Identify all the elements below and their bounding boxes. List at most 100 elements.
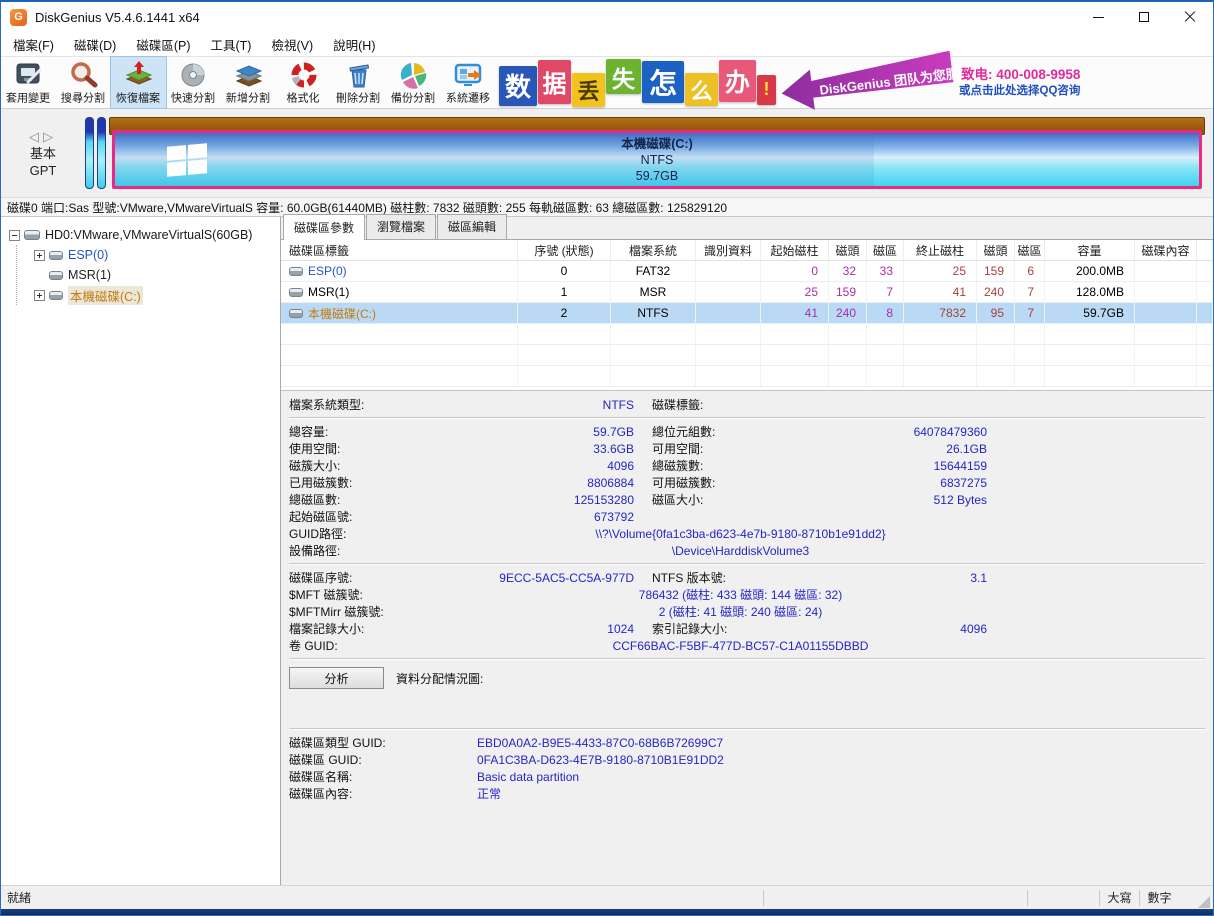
menu-view[interactable]: 檢視(V) [261,32,323,57]
table-row-selected[interactable]: 本機磁碟(C:) 2 NTFS 41 240 8 7832 95 7 59.7G… [281,303,1213,324]
disk-mode-gpt: GPT [1,162,85,179]
expand-icon[interactable] [34,290,45,301]
separator [289,728,1205,730]
windows-logo-icon [167,143,207,176]
ad-tiles: 数 据 丢 失 怎 么 办 ! [499,57,777,108]
disk-tree-panel: HD0:VMware,VMwareVirtualS(60GB) ESP(0) M… [1,217,281,885]
ad-banner[interactable]: 数 据 丢 失 怎 么 办 ! DiskGenius 团队为您服务 致电: 40… [499,57,1004,108]
ad-tile: 么 [685,73,718,106]
detail-row: 已用磁簇數:8806884可用磁簇數:6837275 [289,474,1205,491]
apply-changes-button[interactable]: 套用變更 [1,57,56,108]
disk-info-line: 磁碟0 端口:Sas 型號:VMware,VMwareVirtualS 容量: … [1,197,1213,217]
toolbar: 套用變更 搜尋分割 恢復檔案 快速分割 [1,56,1213,109]
partition-icon [49,271,63,280]
msr-partition-capsule[interactable] [97,117,106,189]
tree-item-hd0[interactable]: HD0:VMware,VMwareVirtualS(60GB) [1,225,280,245]
tree-root-label: HD0:VMware,VMwareVirtualS(60GB) [45,228,252,242]
disk-mode-basic: 基本 [1,145,85,162]
prev-disk-arrow-icon[interactable]: ◁ [29,129,43,144]
window-title: DiskGenius V5.4.6.1441 x64 [35,10,200,25]
backup-partition-button[interactable]: 備份分割 [386,57,441,108]
new-partition-button[interactable]: 新增分割 [221,57,276,108]
menu-file[interactable]: 檔案(F) [3,32,64,57]
partition-icon [49,251,63,260]
partition-icon [289,267,303,276]
maximize-button[interactable] [1121,2,1167,32]
detail-row: $MFT 磁簇號:786432 (磁柱: 433 磁頭: 144 磁區: 32) [289,586,1205,603]
ad-tile: 怎 [642,61,684,103]
table-row[interactable]: ESP(0) 0 FAT32 0 32 33 25 159 6 200.0MB [281,261,1213,282]
detail-row: 磁碟區序號:9ECC-5AC5-CC5A-977DNTFS 版本號:3.1 [289,569,1205,586]
tree-item-msr[interactable]: MSR(1) [17,265,280,285]
recover-files-icon [124,61,154,89]
search-icon [69,61,99,89]
tree-item-local-disk-c[interactable]: 本機磁碟(C:) [17,285,280,305]
table-empty-row [281,345,1213,366]
trash-icon [344,61,374,89]
tab-partition-parameters[interactable]: 磁碟區參數 [283,214,365,240]
num-lock-indicator: 數字 [1139,890,1179,906]
menu-tools[interactable]: 工具(T) [201,32,262,57]
partition-icon [49,291,63,300]
format-ring-icon [289,61,319,89]
ad-tile: ! [757,75,776,105]
ad-tile: 办 [719,60,756,102]
close-button[interactable] [1167,2,1213,32]
pie-icon [399,61,429,89]
ad-contact[interactable]: 致电: 400-008-9958 或点击此处选择QQ咨询 [959,67,1080,98]
next-disk-arrow-icon[interactable]: ▷ [43,129,57,144]
detail-row: 總容量:59.7GB總位元組數:64078479360 [289,423,1205,440]
recover-files-button[interactable]: 恢復檔案 [111,57,166,108]
ad-tile: 失 [606,59,641,94]
detail-row: 磁碟區 GUID:0FA1C3BA-D623-4E7B-9180-8710B1E… [289,751,1205,768]
hdd-icon [24,230,40,240]
menu-help[interactable]: 說明(H) [323,32,385,57]
disk-band: 本機磁碟(C:) NTFS 59.7GB [109,117,1205,189]
search-partition-button[interactable]: 搜尋分割 [56,57,111,108]
maximize-icon [1139,12,1149,22]
expand-icon[interactable] [34,250,45,261]
detail-row: 設備路徑:\Device\HarddiskVolume3 [289,542,1205,559]
detail-row: 使用空間:33.6GB可用空間:26.1GB [289,440,1205,457]
analyze-button[interactable]: 分析 [289,667,384,689]
disk-overview-panel: ◁▷ 基本 GPT 本機磁碟(C:) NTFS 59.7GB [1,109,1213,197]
quick-partition-button[interactable]: 快速分割 [166,57,221,108]
allocation-map-caption: 資料分配情況圖: [396,670,483,687]
detail-row: 磁碟區內容:正常 [289,785,1205,802]
partition-icon [289,309,303,318]
disc-icon [179,61,209,89]
partition-c-block[interactable]: 本機磁碟(C:) NTFS 59.7GB [112,130,1202,189]
layers-icon [234,61,264,89]
format-button[interactable]: 格式化 [276,57,331,108]
table-empty-row [281,366,1213,387]
detail-row: 卷 GUID:CCF66BAC-F5BF-477D-BC57-C1A01155D… [289,637,1205,654]
title-bar: G DiskGenius V5.4.6.1441 x64 [1,2,1213,32]
partition-icon [289,288,303,297]
collapse-icon[interactable] [9,230,20,241]
app-logo-icon: G [10,9,27,26]
menu-disk[interactable]: 磁碟(D) [64,32,126,57]
tab-browse-files[interactable]: 瀏覽檔案 [366,214,436,239]
delete-partition-button[interactable]: 刪除分割 [331,57,386,108]
disk-nav: ◁▷ 基本 GPT [1,128,85,179]
tree-item-esp[interactable]: ESP(0) [17,245,280,265]
detail-row: 檔案系統類型: NTFS 磁碟標籤: [289,396,1205,413]
tab-sector-edit[interactable]: 磁區編輯 [437,214,507,239]
ad-qq-link[interactable]: 或点击此处选择QQ咨询 [959,84,1080,98]
ad-tile: 丢 [572,73,605,107]
table-row[interactable]: MSR(1) 1 MSR 25 159 7 41 240 7 128.0MB [281,282,1213,303]
partition-details-pane: 檔案系統類型: NTFS 磁碟標籤: 總容量:59.7GB總位元組數:64078… [281,390,1213,885]
status-cell [1027,890,1099,906]
resize-grip[interactable] [1198,896,1210,908]
caps-lock-indicator: 大寫 [1099,890,1139,906]
window-bottom-edge [1,909,1213,915]
minimize-button[interactable] [1075,2,1121,32]
close-icon [1184,11,1196,23]
detail-row: $MFTMirr 磁簇號:2 (磁柱: 41 磁頭: 240 磁區: 24) [289,603,1205,620]
esp-partition-capsule[interactable] [85,117,94,189]
partition-fs: NTFS [641,152,674,168]
menu-partition[interactable]: 磁碟區(P) [126,32,200,57]
detail-row: 磁碟區類型 GUID:EBD0A0A2-B9E5-4433-87C0-68B6B… [289,734,1205,751]
system-migrate-button[interactable]: 系統遷移 [441,57,496,108]
tab-bar: 磁碟區參數 瀏覽檔案 磁區編輯 [281,217,1213,240]
